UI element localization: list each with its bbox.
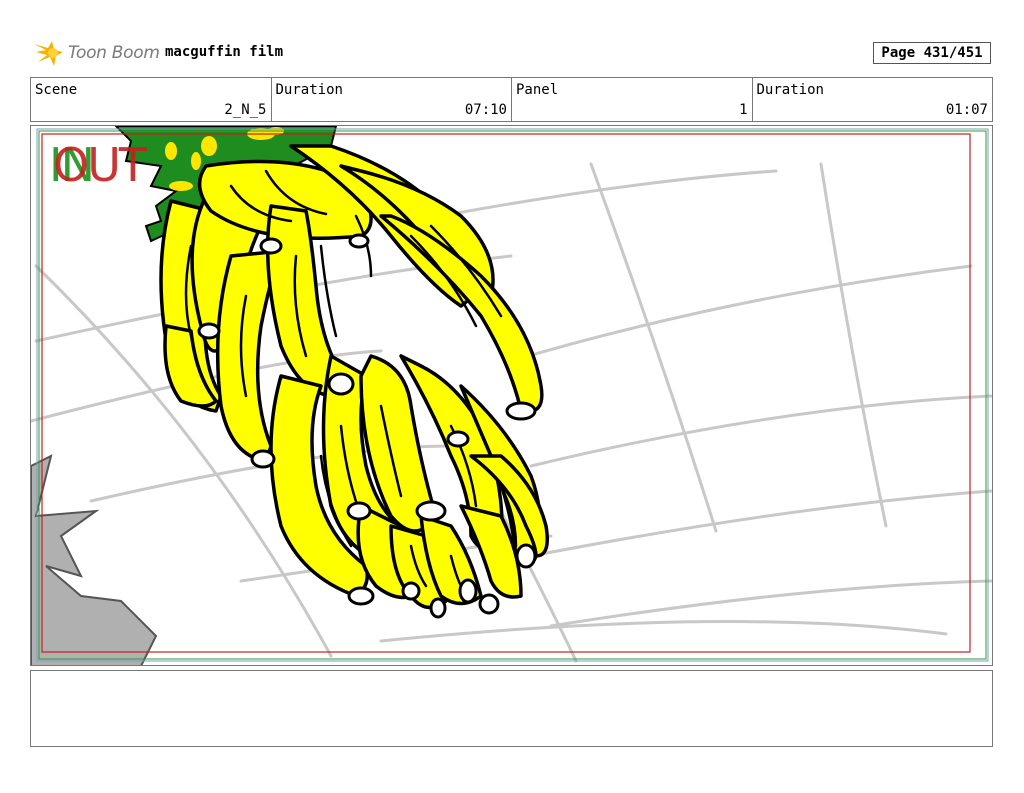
banana-bunch xyxy=(159,144,549,610)
out-marker: OUT xyxy=(53,138,147,192)
toon-boom-logo: Toon Boom xyxy=(32,36,160,70)
scene-duration-label: Duration xyxy=(275,82,343,98)
project-title: macguffin film xyxy=(165,44,284,60)
scene-duration-value: 07:10 xyxy=(464,102,507,118)
panel-duration-label: Duration xyxy=(756,82,824,98)
gray-rock-shape xyxy=(31,454,158,665)
panel-notes-box xyxy=(30,670,993,747)
panel-label: Panel xyxy=(516,82,559,98)
logo-text: Toon Boom xyxy=(68,43,160,63)
scene-label: Scene xyxy=(35,82,78,98)
scene-cell: Scene 2_N_5 xyxy=(31,78,272,121)
panel-cell: Panel 1 xyxy=(512,78,753,121)
storyboard-panel-image xyxy=(30,125,993,666)
scene-value: 2_N_5 xyxy=(224,102,267,118)
banana-bunch-drawing xyxy=(31,126,992,665)
toon-boom-star-icon xyxy=(34,41,63,66)
panel-duration-value: 01:07 xyxy=(945,102,988,118)
page-indicator: Page 431/451 xyxy=(873,42,991,64)
panel-value: 1 xyxy=(739,102,748,118)
panel-duration-cell: Duration 01:07 xyxy=(753,78,993,121)
scene-info-bar: Scene 2_N_5 Duration 07:10 Panel 1 Durat… xyxy=(30,77,993,122)
scene-duration-cell: Duration 07:10 xyxy=(272,78,512,121)
